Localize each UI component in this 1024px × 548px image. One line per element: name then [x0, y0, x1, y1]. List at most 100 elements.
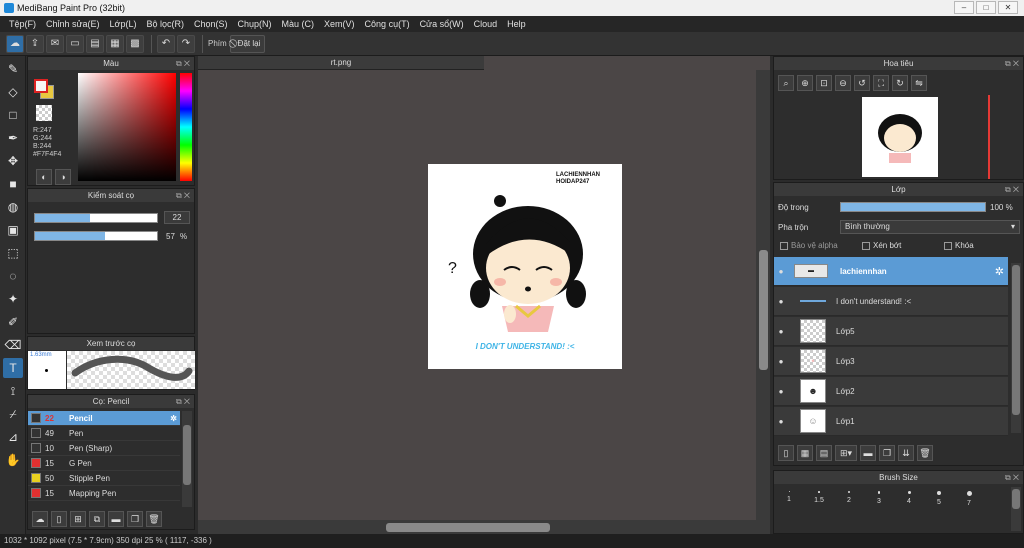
select-pen-icon[interactable]: ✐: [3, 312, 23, 332]
menu-snap[interactable]: Chụp(N): [233, 19, 277, 29]
divide-tool-icon[interactable]: ⟟: [3, 381, 23, 401]
grid-icon[interactable]: ▩: [126, 34, 144, 53]
layer-list-scrollbar[interactable]: [1011, 263, 1021, 433]
menu-window[interactable]: Cửa sổ(W): [415, 19, 469, 29]
eye-icon[interactable]: ●: [774, 267, 788, 276]
eye-icon[interactable]: ●: [774, 417, 788, 426]
menu-layer[interactable]: Lớp(L): [105, 19, 142, 29]
chat-icon[interactable]: ▭: [66, 34, 84, 53]
brush-size-option[interactable]: 7: [954, 485, 984, 513]
brush-size-option[interactable]: 3: [864, 485, 894, 513]
eye-icon[interactable]: ●: [774, 327, 788, 336]
flip-icon[interactable]: ⇋: [911, 75, 927, 91]
trash-icon[interactable]: 🗑: [146, 511, 162, 527]
canvas-vertical-scrollbar[interactable]: [756, 70, 770, 520]
zoom-in-icon[interactable]: ⊕: [797, 75, 813, 91]
select-eraser-icon[interactable]: ⌫: [3, 335, 23, 355]
brush-item[interactable]: 10 Pen (Sharp): [28, 441, 180, 456]
brush-item[interactable]: 22 Pencil ✲: [28, 411, 180, 426]
bucket-tool-icon[interactable]: ◍: [3, 197, 23, 217]
menu-select[interactable]: Chọn(S): [189, 19, 233, 29]
layer-row[interactable]: ● • Lớp3: [774, 347, 1008, 376]
menu-help[interactable]: Help: [502, 19, 531, 29]
primary-color-swatch[interactable]: [34, 79, 48, 93]
lasso-tool-icon[interactable]: ◌: [3, 266, 23, 286]
canvas-vertical-thumb[interactable]: [759, 250, 768, 370]
brush-size-option[interactable]: 5: [924, 485, 954, 513]
close-button[interactable]: ✕: [998, 1, 1018, 14]
select-rect-icon[interactable]: ⬚: [3, 243, 23, 263]
color-settings-icon[interactable]: ◑: [55, 169, 71, 185]
canvas-horizontal-scrollbar[interactable]: [198, 520, 770, 534]
canvas-horizontal-thumb[interactable]: [386, 523, 550, 532]
hue-slider[interactable]: [180, 73, 192, 181]
cloud-icon[interactable]: ☁: [6, 34, 24, 53]
panel-buttons[interactable]: ⧉ ✕: [1005, 57, 1019, 70]
copy-brush-icon[interactable]: ⧉: [89, 511, 105, 527]
eyedropper-icon[interactable]: ⌿: [3, 404, 23, 424]
eye-icon[interactable]: ●: [774, 297, 788, 306]
new-8bit-layer-icon[interactable]: ▤: [816, 445, 832, 461]
magic-wand-icon[interactable]: ✦: [3, 289, 23, 309]
color-field[interactable]: [78, 73, 176, 181]
page-manage-icon[interactable]: ▦: [106, 34, 124, 53]
gradient-tool-icon[interactable]: ▣: [3, 220, 23, 240]
brush-size-option[interactable]: 1: [774, 485, 804, 513]
new-brush-icon[interactable]: ▯: [51, 511, 67, 527]
layer-row[interactable]: ● I don't understand! :<: [774, 287, 1008, 316]
add-brush-icon[interactable]: ⊞: [70, 511, 86, 527]
navigator-view-marker[interactable]: [988, 95, 990, 179]
brush-item[interactable]: 15 Mapping Pen: [28, 486, 180, 501]
rect-tool-icon[interactable]: □: [3, 105, 23, 125]
merge-layer-icon[interactable]: ⇊: [898, 445, 914, 461]
brush-size-option[interactable]: 2: [834, 485, 864, 513]
menu-color[interactable]: Màu (C): [277, 19, 320, 29]
layer-opacity-slider[interactable]: [840, 202, 986, 212]
gear-icon[interactable]: ✲: [995, 265, 1004, 278]
new-halftone-layer-icon[interactable]: ▦: [797, 445, 813, 461]
duplicate-layer-icon[interactable]: ❐: [879, 445, 895, 461]
menu-file[interactable]: Tệp(F): [4, 19, 41, 29]
panel-buttons[interactable]: ⧉ ✕: [176, 395, 190, 408]
fill-rect-icon[interactable]: ■: [3, 174, 23, 194]
brush-item[interactable]: 15 G Pen: [28, 456, 180, 471]
brush-item[interactable]: 49 Pen: [28, 426, 180, 441]
brush-size-value[interactable]: 22: [164, 211, 190, 224]
menu-tools[interactable]: Công cụ(T): [360, 19, 415, 29]
blend-mode-select[interactable]: Bình thường ▾: [840, 220, 1020, 234]
menu-filter[interactable]: Bộ lọc(R): [141, 19, 189, 29]
eye-icon[interactable]: ●: [774, 357, 788, 366]
layer-row[interactable]: ● Lớp5: [774, 317, 1008, 346]
layer-row[interactable]: ● ☻ Lớp2: [774, 377, 1008, 406]
brush-size-option[interactable]: 1.5: [804, 485, 834, 513]
brush-size-slider[interactable]: [34, 213, 158, 223]
maximize-button[interactable]: □: [976, 1, 996, 14]
canvas-area[interactable]: rt.png LACHIENNHAN HOIDAP247 ? I DON'T U…: [198, 56, 770, 534]
lock-checkbox[interactable]: Khóa: [944, 241, 974, 250]
brush-size-scrollbar[interactable]: [1011, 487, 1021, 531]
redo-icon[interactable]: ↷: [177, 34, 195, 53]
layer-folder-icon[interactable]: ▬: [860, 445, 876, 461]
rotate-right-icon[interactable]: ↻: [892, 75, 908, 91]
fullscreen-icon[interactable]: ⛶: [873, 75, 889, 91]
gear-icon[interactable]: ✲: [170, 414, 177, 423]
zoom-out-icon[interactable]: ⊖: [835, 75, 851, 91]
brush-opacity-value[interactable]: 57: [166, 232, 175, 241]
protect-alpha-checkbox[interactable]: Bảo vệ alpha: [780, 241, 838, 250]
add-layer-menu-icon[interactable]: ⊞▾: [835, 445, 857, 461]
delete-layer-icon[interactable]: 🗑: [917, 445, 933, 461]
panel-buttons[interactable]: ⧉ ✕: [1005, 471, 1019, 484]
new-layer-icon[interactable]: ▯: [778, 445, 794, 461]
panel-buttons[interactable]: ⧉ ✕: [176, 57, 190, 70]
brush-size-option[interactable]: 4: [894, 485, 924, 513]
folder-icon[interactable]: ▬: [108, 511, 124, 527]
pen-tool-icon[interactable]: ✒: [3, 128, 23, 148]
palette-icon[interactable]: ◐: [36, 169, 52, 185]
panel-buttons[interactable]: ⧉ ✕: [176, 189, 190, 202]
menu-edit[interactable]: Chỉnh sửa(E): [41, 19, 105, 29]
brush-opacity-slider[interactable]: [34, 231, 158, 241]
menu-view[interactable]: Xem(V): [319, 19, 360, 29]
hand-tool-icon[interactable]: ✋: [3, 450, 23, 470]
canvas-tab[interactable]: rt.png: [198, 56, 484, 70]
cloud-brush-icon[interactable]: ☁: [32, 511, 48, 527]
